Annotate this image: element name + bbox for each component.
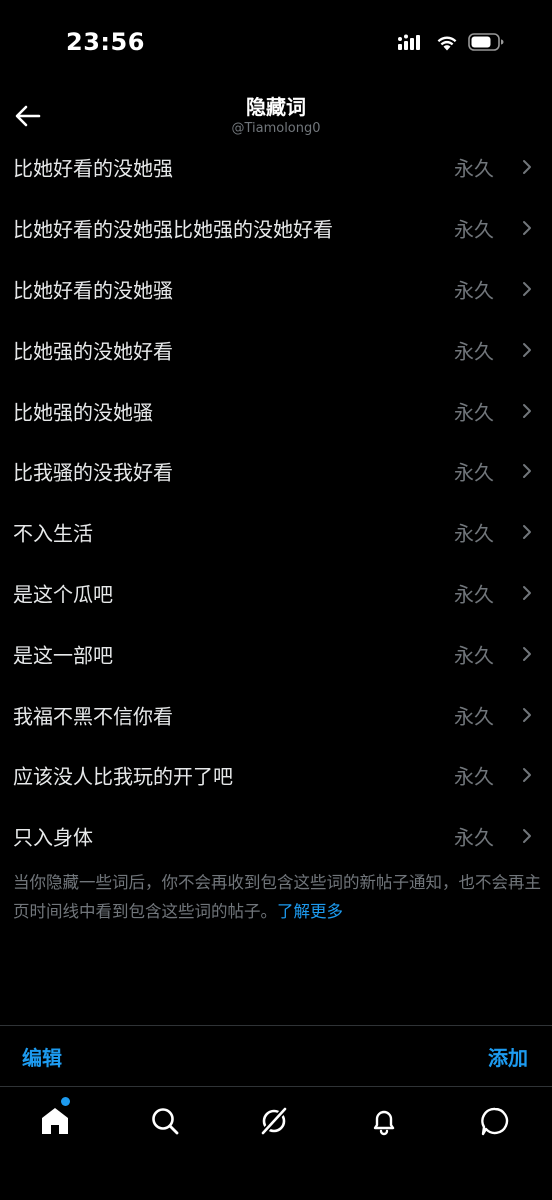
- tab-grok[interactable]: [254, 1101, 294, 1141]
- muted-word-row[interactable]: 是这一部吧 永久: [0, 623, 552, 684]
- home-icon: [42, 1108, 68, 1134]
- bell-icon: [373, 1110, 395, 1136]
- message-icon: [481, 1107, 509, 1136]
- info-text: 当你隐藏一些词后，你不会再收到包含这些词的新帖子通知，也不会再主页时间线中看到包…: [13, 868, 541, 926]
- chevron-right-icon: [523, 160, 531, 175]
- muted-word-text: 比我骚的没我好看: [13, 460, 173, 485]
- muted-word-text: 是这个瓜吧: [13, 582, 113, 607]
- muted-word-row[interactable]: 不入生活 永久: [0, 502, 552, 563]
- muted-word-text: 比她好看的没她强: [13, 156, 173, 181]
- muted-word-row[interactable]: 应该没人比我玩的开了吧 永久: [0, 745, 552, 806]
- search-icon: [152, 1108, 179, 1135]
- muted-word-duration: 永久: [454, 825, 494, 850]
- cellular-signal-icon: [398, 34, 420, 50]
- muted-word-duration: 永久: [454, 460, 494, 485]
- account-handle: @Tiamolong0: [231, 121, 321, 136]
- chevron-right-icon: [523, 281, 531, 296]
- muted-word-text: 我福不黑不信你看: [13, 704, 173, 729]
- muted-word-row[interactable]: 比她强的没她骚 永久: [0, 380, 552, 441]
- muted-word-text: 不入生活: [13, 521, 93, 546]
- muted-word-row[interactable]: 比她好看的没她强 永久: [0, 137, 552, 198]
- tab-home[interactable]: [35, 1101, 75, 1141]
- chevron-right-icon: [523, 646, 531, 661]
- tab-search[interactable]: [145, 1101, 185, 1141]
- chevron-right-icon: [523, 403, 531, 418]
- notification-dot: [61, 1097, 70, 1106]
- grok-icon: [260, 1106, 288, 1136]
- status-time: 23:56: [66, 28, 145, 56]
- muted-word-duration: 永久: [454, 400, 494, 425]
- muted-word-text: 比她强的没她好看: [13, 339, 173, 364]
- chevron-right-icon: [523, 525, 531, 540]
- muted-word-duration: 永久: [454, 582, 494, 607]
- home-indicator-area: [0, 1150, 552, 1200]
- muted-word-duration: 永久: [454, 704, 494, 729]
- muted-word-duration: 永久: [454, 339, 494, 364]
- add-button[interactable]: 添加: [488, 1042, 528, 1071]
- chevron-right-icon: [523, 829, 531, 844]
- tab-messages[interactable]: [475, 1101, 515, 1141]
- muted-word-row[interactable]: 比我骚的没我好看 永久: [0, 441, 552, 502]
- muted-word-text: 是这一部吧: [13, 643, 113, 668]
- action-bar: 编辑 添加: [0, 1025, 552, 1087]
- chevron-right-icon: [523, 342, 531, 357]
- muted-word-row[interactable]: 比她强的没她好看 永久: [0, 319, 552, 380]
- chevron-right-icon: [523, 221, 531, 236]
- page-title: 隐藏词: [246, 95, 306, 119]
- chevron-right-icon: [523, 585, 531, 600]
- tab-bar: [0, 1087, 552, 1151]
- muted-word-row[interactable]: 我福不黑不信你看 永久: [0, 684, 552, 745]
- muted-word-text: 比她好看的没她强比她强的没她好看: [13, 217, 333, 242]
- status-bar: 23:56: [0, 0, 552, 88]
- chevron-right-icon: [523, 768, 531, 783]
- muted-word-duration: 永久: [454, 156, 494, 181]
- edit-button[interactable]: 编辑: [22, 1042, 62, 1071]
- status-icons: [398, 33, 504, 51]
- muted-word-row[interactable]: 是这个瓜吧 永久: [0, 563, 552, 624]
- tab-notifications[interactable]: [364, 1101, 404, 1141]
- muted-words-list: 比她好看的没她强 永久 比她好看的没她强比她强的没她好看 永久 比她好看的没她骚…: [0, 137, 552, 867]
- wifi-icon: [437, 36, 457, 50]
- muted-word-duration: 永久: [454, 643, 494, 668]
- muted-word-text: 只入身体: [13, 825, 93, 850]
- learn-more-link[interactable]: 了解更多: [277, 902, 343, 921]
- muted-word-text: 比她好看的没她骚: [13, 278, 173, 303]
- battery-icon: [468, 33, 504, 51]
- muted-word-duration: 永久: [454, 278, 494, 303]
- muted-word-row[interactable]: 只入身体 永久: [0, 806, 552, 867]
- muted-word-row[interactable]: 比她好看的没她骚 永久: [0, 259, 552, 320]
- muted-word-duration: 永久: [454, 764, 494, 789]
- muted-word-row[interactable]: 比她好看的没她强比她强的没她好看 永久: [0, 198, 552, 259]
- muted-word-text: 应该没人比我玩的开了吧: [13, 764, 233, 789]
- muted-word-duration: 永久: [454, 521, 494, 546]
- chevron-right-icon: [523, 707, 531, 722]
- muted-word-duration: 永久: [454, 217, 494, 242]
- chevron-right-icon: [523, 464, 531, 479]
- muted-word-text: 比她强的没她骚: [13, 400, 153, 425]
